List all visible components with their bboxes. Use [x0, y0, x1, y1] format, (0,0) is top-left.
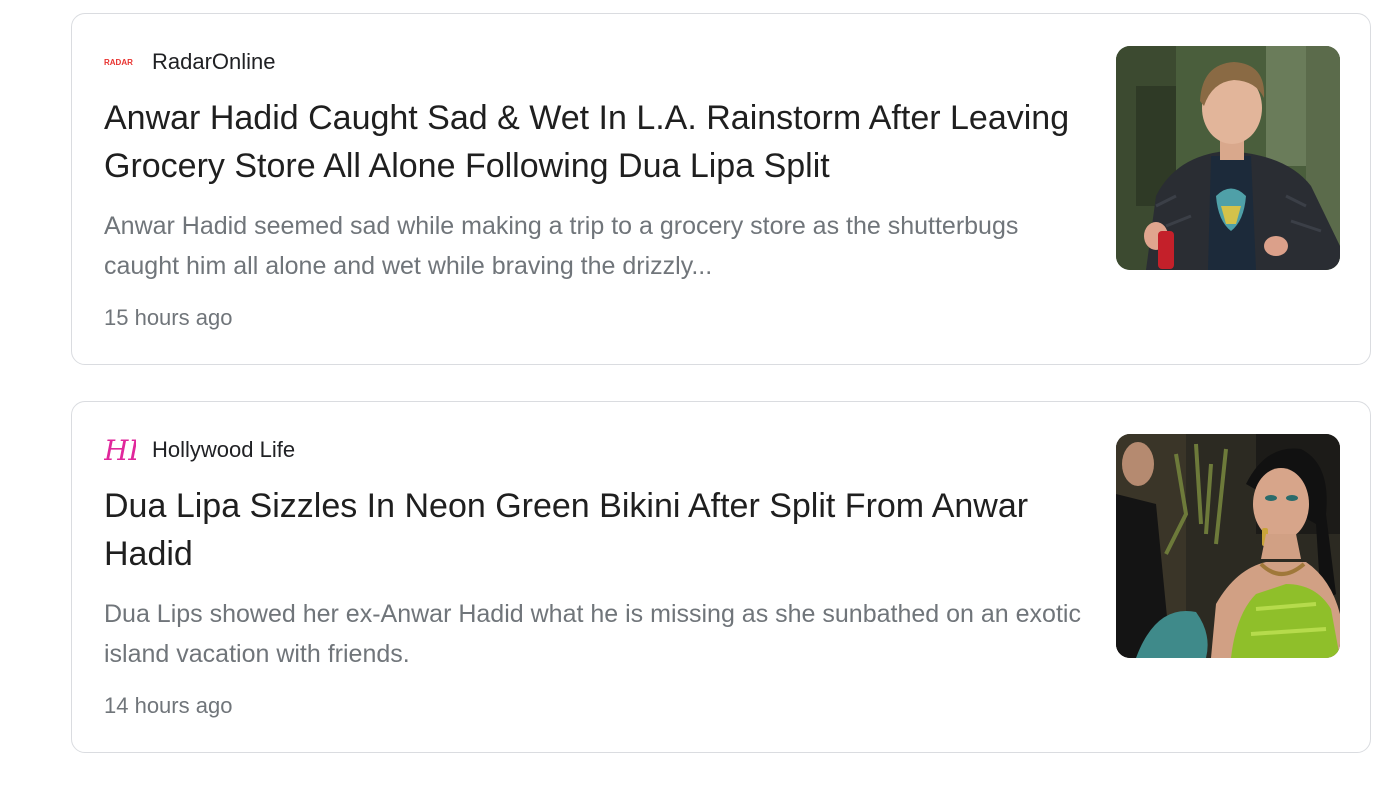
news-source: RADAR RadarOnline: [104, 48, 276, 76]
article-timestamp: 14 hours ago: [104, 693, 233, 718]
article-timestamp: 15 hours ago: [104, 305, 233, 330]
article-thumbnail[interactable]: [1116, 46, 1340, 270]
source-name: RadarOnline: [152, 49, 276, 74]
article-headline-link[interactable]: Dua Lipa Sizzles In Neon Green Bikini Af…: [104, 482, 1094, 578]
source-name: Hollywood Life: [152, 437, 296, 462]
svg-text:HL: HL: [104, 434, 136, 467]
radaronline-logo-icon: RADAR: [104, 48, 136, 76]
news-card[interactable]: HL Hollywood Life Dua Lipa Sizzles In Ne…: [71, 401, 1371, 753]
article-headline-link[interactable]: Anwar Hadid Caught Sad & Wet In L.A. Rai…: [104, 94, 1094, 190]
news-card[interactable]: RADAR RadarOnline Anwar Hadid Caught Sad…: [71, 13, 1371, 365]
news-source: HL Hollywood Life: [104, 434, 296, 467]
thumbnail-photo-icon: [1116, 434, 1340, 658]
article-snippet: Anwar Hadid seemed sad while making a tr…: [104, 212, 1019, 280]
thumbnail-photo-icon: [1116, 46, 1340, 270]
article-thumbnail[interactable]: [1116, 434, 1340, 658]
article-snippet: Dua Lips showed her ex-Anwar Hadid what …: [104, 600, 1081, 668]
svg-text:RADAR: RADAR: [104, 58, 133, 67]
hollywood-life-logo-icon: HL: [104, 434, 136, 467]
